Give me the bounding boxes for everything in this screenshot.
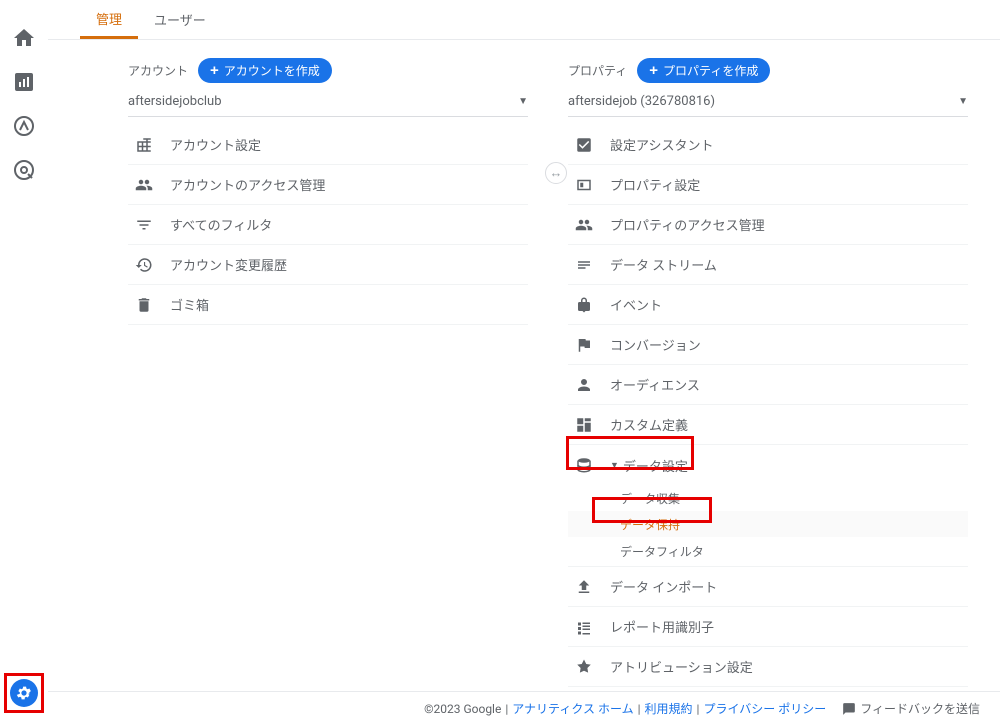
explore-icon[interactable] xyxy=(12,114,36,138)
account-settings-item[interactable]: アカウント設定 xyxy=(128,125,528,165)
custom-definitions-item[interactable]: カスタム定義 xyxy=(568,405,968,445)
upload-icon xyxy=(572,578,596,596)
menu-label: アカウント変更履歴 xyxy=(170,255,287,274)
attribution-item[interactable]: アトリビューション設定 xyxy=(568,647,968,687)
property-selector[interactable]: aftersidejob (326780816) ▼ xyxy=(568,87,968,117)
create-property-label: プロパティを作成 xyxy=(663,62,758,79)
building-icon xyxy=(132,136,156,154)
custom-icon xyxy=(572,416,596,434)
menu-label: プロパティ設定 xyxy=(610,175,700,194)
account-title: アカウント xyxy=(128,62,188,79)
account-column: アカウント +アカウントを作成 aftersidejobclub ▼ アカウント… xyxy=(128,58,528,691)
stream-icon xyxy=(572,256,596,274)
terms-link[interactable]: 利用規約 xyxy=(645,700,693,717)
conversions-item[interactable]: コンバージョン xyxy=(568,325,968,365)
people-icon xyxy=(572,216,596,234)
property-access-item[interactable]: プロパティのアクセス管理 xyxy=(568,205,968,245)
flag-icon xyxy=(572,336,596,354)
caret-down-icon: ▼ xyxy=(518,96,528,107)
menu-label: アトリビューション設定 xyxy=(610,657,753,676)
home-icon[interactable] xyxy=(12,26,36,50)
data-collection-sub[interactable]: データ収集 xyxy=(568,485,968,511)
menu-label: オーディエンス xyxy=(610,375,700,394)
audiences-item[interactable]: オーディエンス xyxy=(568,365,968,405)
reports-icon[interactable] xyxy=(12,70,36,94)
menu-label: データ ストリーム xyxy=(610,255,717,274)
menu-label: レポート用識別子 xyxy=(610,617,714,636)
create-account-button[interactable]: +アカウントを作成 xyxy=(198,58,332,83)
setup-assistant-item[interactable]: 設定アシスタント xyxy=(568,125,968,165)
id-icon xyxy=(572,618,596,636)
feedback-button[interactable]: フィードバックを送信 xyxy=(842,700,980,717)
data-settings-item[interactable]: ▼ データ設定 xyxy=(568,445,968,485)
create-account-label: アカウントを作成 xyxy=(224,62,320,79)
layout-icon xyxy=(572,176,596,194)
caret-down-icon: ▼ xyxy=(610,460,619,471)
data-import-item[interactable]: データ インポート xyxy=(568,567,968,607)
trash-item[interactable]: ゴミ箱 xyxy=(128,285,528,325)
data-filter-sub[interactable]: データフィルタ xyxy=(568,537,968,567)
account-selector[interactable]: aftersidejobclub ▼ xyxy=(128,87,528,117)
caret-down-icon: ▼ xyxy=(958,96,968,107)
property-title: プロパティ xyxy=(568,62,627,79)
data-streams-item[interactable]: データ ストリーム xyxy=(568,245,968,285)
data-retention-sub[interactable]: データ保持 xyxy=(568,511,968,537)
settings-button[interactable] xyxy=(10,679,38,707)
menu-label: プロパティのアクセス管理 xyxy=(610,215,765,234)
advertising-icon[interactable] xyxy=(12,158,36,182)
event-icon xyxy=(572,296,596,314)
tab-users[interactable]: ユーザー xyxy=(138,0,222,39)
menu-label: データ設定 xyxy=(623,456,688,475)
all-filters-item[interactable]: すべてのフィルタ xyxy=(128,205,528,245)
account-access-item[interactable]: アカウントのアクセス管理 xyxy=(128,165,528,205)
menu-label: アカウントのアクセス管理 xyxy=(170,175,325,194)
menu-label: すべてのフィルタ xyxy=(170,215,272,234)
property-selected: aftersidejob (326780816) xyxy=(568,94,715,109)
database-icon xyxy=(572,456,596,474)
people-icon xyxy=(132,176,156,194)
menu-label: アカウント設定 xyxy=(170,135,261,154)
history-icon xyxy=(132,256,156,274)
create-property-button[interactable]: +プロパティを作成 xyxy=(637,58,770,83)
account-selected: aftersidejobclub xyxy=(128,94,222,109)
footer: ©2023 Google | アナリティクス ホーム | 利用規約 | プライバ… xyxy=(48,691,1000,725)
menu-label: データ インポート xyxy=(610,577,717,596)
audience-icon xyxy=(572,376,596,394)
property-column: プロパティ +プロパティを作成 aftersidejob (326780816)… xyxy=(568,58,968,691)
column-divider[interactable]: ↔ xyxy=(545,162,567,184)
account-history-item[interactable]: アカウント変更履歴 xyxy=(128,245,528,285)
analytics-home-link[interactable]: アナリティクス ホーム xyxy=(512,700,633,717)
trash-icon xyxy=(132,296,156,314)
menu-label: 設定アシスタント xyxy=(610,135,713,154)
reporting-id-item[interactable]: レポート用識別子 xyxy=(568,607,968,647)
copyright: ©2023 Google xyxy=(424,702,501,716)
menu-label: ゴミ箱 xyxy=(170,295,209,314)
tabs: 管理 ユーザー xyxy=(48,0,1000,40)
check-box-icon xyxy=(572,136,596,154)
menu-label: コンバージョン xyxy=(610,335,701,354)
menu-label: カスタム定義 xyxy=(610,415,688,434)
attribution-icon xyxy=(572,658,596,676)
privacy-link[interactable]: プライバシー ポリシー xyxy=(703,700,826,717)
feedback-label: フィードバックを送信 xyxy=(860,700,980,717)
menu-label: イベント xyxy=(610,295,662,314)
property-settings-item[interactable]: プロパティ設定 xyxy=(568,165,968,205)
tab-admin[interactable]: 管理 xyxy=(80,0,138,39)
events-item[interactable]: イベント xyxy=(568,285,968,325)
filter-icon xyxy=(132,216,156,234)
